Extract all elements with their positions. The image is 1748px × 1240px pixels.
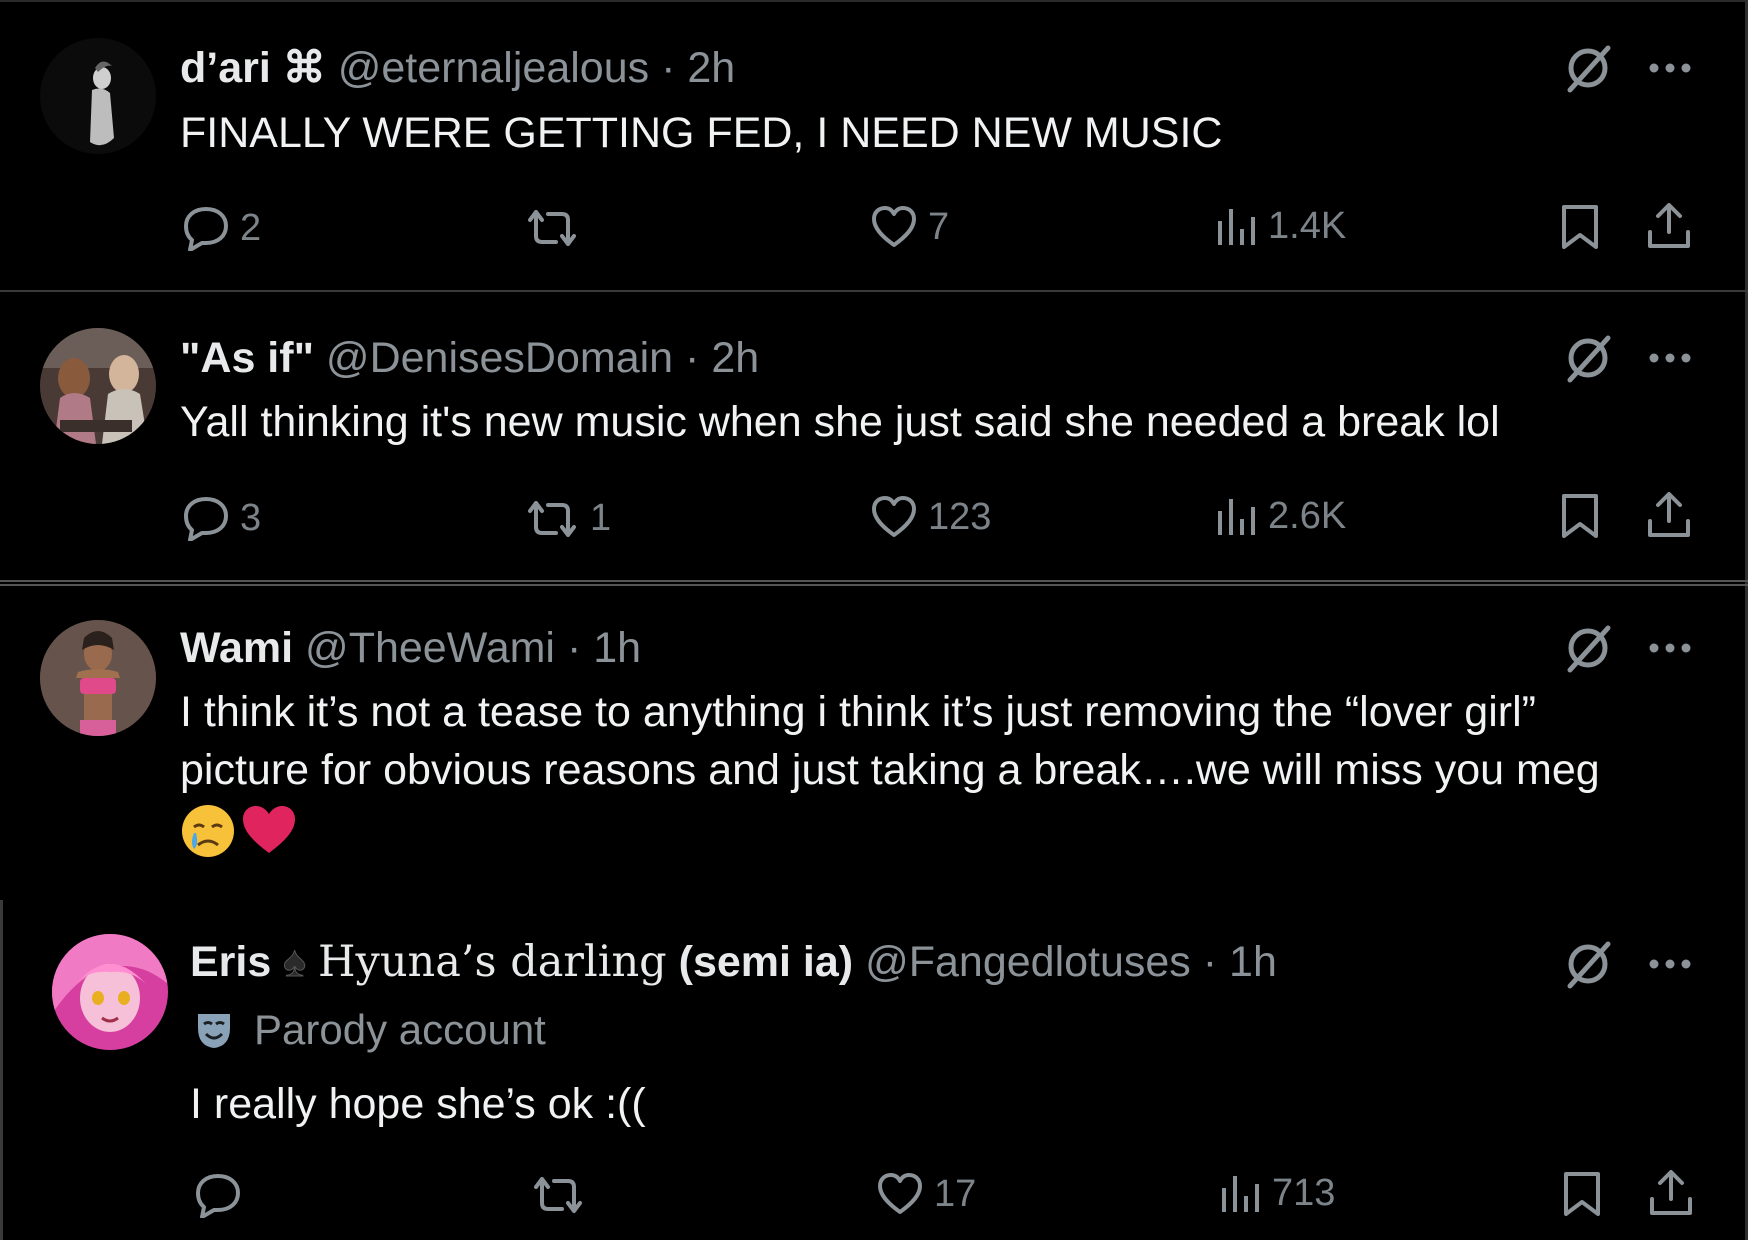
display-name[interactable]: "As if" xyxy=(180,334,314,382)
grok-icon[interactable] xyxy=(1560,330,1616,386)
view-count: 2.6K xyxy=(1268,495,1347,537)
avatar[interactable] xyxy=(52,934,168,1050)
avatar[interactable] xyxy=(40,328,156,444)
spade-icon: ♠ xyxy=(283,938,307,987)
tweet-text: I really hope she’s ok :(( xyxy=(190,1080,646,1128)
handle[interactable]: @Fangedlotuses xyxy=(865,938,1191,986)
reply-icon xyxy=(196,1174,240,1218)
display-name-suffix[interactable]: (semi ia) xyxy=(679,938,853,986)
tweet-header: Wami @TheeWami · 1h xyxy=(180,622,641,674)
like-count: 123 xyxy=(928,495,992,538)
views-button[interactable]: 713 xyxy=(1220,1172,1335,1215)
like-count: 7 xyxy=(928,205,950,248)
tweet-header: "As if" @DenisesDomain · 2h xyxy=(180,332,759,384)
like-button[interactable]: 7 xyxy=(870,205,949,249)
grok-icon[interactable] xyxy=(1560,620,1616,676)
avatar[interactable] xyxy=(40,38,156,154)
tweet-text-line: picture for obvious reasons and just tak… xyxy=(180,746,1600,794)
tweet-header: d’ari ⌘ @eternaljealous · 2h xyxy=(180,42,735,94)
tweet-text: I think it’s not a tease to anything i t… xyxy=(180,683,1680,859)
repost-icon xyxy=(528,500,576,537)
bookmark-icon[interactable] xyxy=(1560,203,1600,251)
tweet-emojis xyxy=(180,803,1680,859)
grok-icon[interactable] xyxy=(1560,936,1616,992)
grok-icon[interactable] xyxy=(1560,40,1616,96)
like-button[interactable]: 17 xyxy=(876,1172,976,1216)
timestamp[interactable]: · 2h xyxy=(685,334,759,382)
display-name[interactable]: Wami xyxy=(180,624,293,672)
heart-icon xyxy=(872,206,916,247)
share-icon[interactable] xyxy=(1648,1169,1694,1217)
tweet-3[interactable]: Wami @TheeWami · 1h I think it’s not a t… xyxy=(0,586,1748,900)
repost-button[interactable] xyxy=(530,1175,596,1215)
timestamp[interactable]: · 1h xyxy=(1203,938,1277,986)
heart-icon xyxy=(878,1173,922,1214)
reply-button[interactable]: 2 xyxy=(182,205,261,251)
views-icon xyxy=(1218,498,1255,535)
mask-icon xyxy=(198,1014,230,1048)
tweet-1[interactable]: d’ari ⌘ @eternaljealous · 2h FINALLY WER… xyxy=(0,0,1748,290)
reply-count: 3 xyxy=(240,496,262,539)
reply-button[interactable]: 3 xyxy=(182,495,261,541)
repost-icon xyxy=(534,1177,582,1213)
repost-icon xyxy=(528,210,576,246)
timestamp[interactable]: · 1h xyxy=(567,624,641,672)
tweet-text: FINALLY WERE GETTING FED, I NEED NEW MUS… xyxy=(180,109,1223,157)
views-button[interactable]: 1.4K xyxy=(1216,205,1346,248)
handle[interactable]: @TheeWami xyxy=(305,624,555,672)
display-name[interactable]: Eris xyxy=(190,938,271,986)
bookmark-icon[interactable] xyxy=(1562,1170,1602,1218)
views-button[interactable]: 2.6K xyxy=(1216,495,1346,538)
reply-button[interactable] xyxy=(194,1172,252,1218)
more-icon[interactable] xyxy=(1646,954,1694,974)
more-icon[interactable] xyxy=(1646,58,1694,78)
like-count: 17 xyxy=(934,1172,977,1215)
name-emoji: ⌘ xyxy=(282,44,326,92)
views-icon xyxy=(1222,1175,1259,1212)
more-icon[interactable] xyxy=(1646,348,1694,368)
like-button[interactable]: 123 xyxy=(870,495,991,539)
views-icon xyxy=(1218,208,1255,245)
share-icon[interactable] xyxy=(1646,202,1692,250)
reply-icon xyxy=(184,207,228,251)
parody-badge: Parody account xyxy=(194,1006,546,1054)
reply-count: 2 xyxy=(240,206,262,249)
repost-button[interactable]: 1 xyxy=(524,497,611,540)
tweet-header: Eris ♠ Hyuna’s darling (semi ia) @Fanged… xyxy=(190,936,1277,988)
parody-label: Parody account xyxy=(254,1006,546,1053)
more-icon[interactable] xyxy=(1646,638,1694,658)
avatar[interactable] xyxy=(40,620,156,736)
repost-button[interactable] xyxy=(524,208,590,248)
red-heart-icon xyxy=(243,806,295,853)
tweet-text: Yall thinking it's new music when she ju… xyxy=(180,398,1500,446)
display-name[interactable]: d’ari xyxy=(180,44,271,92)
repost-count: 1 xyxy=(590,497,612,539)
share-icon[interactable] xyxy=(1646,491,1692,539)
view-count: 1.4K xyxy=(1268,205,1347,247)
display-name-styled[interactable]: Hyuna’s darling xyxy=(318,937,667,987)
tweet-4[interactable]: Eris ♠ Hyuna’s darling (semi ia) @Fanged… xyxy=(0,900,1748,1240)
heart-icon xyxy=(872,496,916,537)
handle[interactable]: @eternaljealous xyxy=(338,44,649,92)
crying-face-icon xyxy=(182,805,234,857)
view-count: 713 xyxy=(1272,1172,1336,1214)
handle[interactable]: @DenisesDomain xyxy=(326,334,673,382)
reply-icon xyxy=(184,497,228,541)
tweet-text-line: I think it’s not a tease to anything i t… xyxy=(180,688,1536,736)
bookmark-icon[interactable] xyxy=(1560,492,1600,540)
tweet-2[interactable]: "As if" @DenisesDomain · 2h Yall thinkin… xyxy=(0,292,1748,582)
timestamp[interactable]: · 2h xyxy=(661,44,735,92)
